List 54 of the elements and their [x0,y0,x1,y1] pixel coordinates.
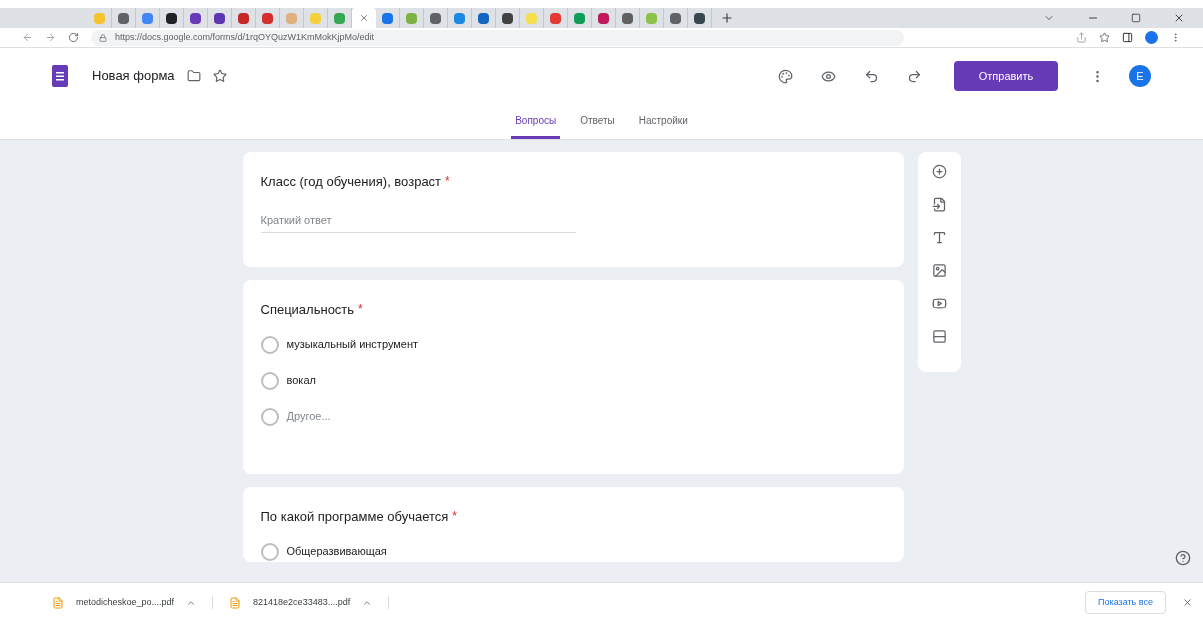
short-answer-field[interactable]: Краткий ответ [260,207,576,233]
option-label: Общеразвивающая [286,544,387,560]
folder-icon[interactable] [186,69,201,83]
close-icon[interactable] [1173,12,1185,24]
address-bar[interactable]: https://docs.google.com/forms/d/1rqOYQuzW1KmMokKjpMo/edit [91,29,904,46]
lock-icon [99,33,107,42]
radio-button[interactable] [260,542,279,561]
add-title-icon[interactable] [931,230,947,245]
form-tab[interactable]: Ответы [576,113,619,139]
star-icon[interactable] [212,69,227,83]
profile-avatar[interactable] [1145,31,1158,44]
bookmark-star-icon[interactable] [1099,32,1110,43]
add-section-icon[interactable] [931,329,947,344]
question-title: Специальность [260,301,355,319]
pdf-file-icon [52,596,64,609]
add-image-icon[interactable] [931,263,947,278]
import-questions-icon[interactable] [931,197,947,212]
undo-icon[interactable] [864,68,879,84]
reload-icon[interactable] [68,32,79,43]
forward-icon[interactable] [45,32,56,43]
redo-icon[interactable] [907,68,922,84]
add-question-icon[interactable] [931,164,947,179]
new-tab-icon[interactable] [720,11,734,25]
option-label: вокал [286,373,316,389]
preview-icon[interactable] [821,68,836,84]
download-file-name[interactable]: metodicheskoe_po....pdf [76,595,175,610]
back-icon[interactable] [22,32,33,43]
question-title: По какой программе обучается [260,508,449,526]
option-label: Другое... [286,409,331,425]
question-title: Класс (год обучения), возраст [260,173,442,191]
close-icon[interactable] [1182,597,1193,608]
radio-button[interactable] [260,335,279,354]
download-file-name[interactable]: 821418e2ce33483....pdf [253,595,351,610]
required-asterisk: * [358,301,363,318]
form-tab[interactable]: Настройки [634,113,692,139]
option-label: музыкальный инструмент [286,337,419,353]
share-icon[interactable] [1076,32,1087,43]
add-video-icon[interactable] [931,296,947,311]
close-icon[interactable] [359,13,369,23]
required-asterisk: * [445,173,450,190]
palette-icon[interactable] [778,68,793,84]
pdf-file-icon [229,596,242,609]
show-all-button[interactable]: Показать все [1085,590,1166,615]
required-asterisk: * [452,508,457,525]
send-button[interactable]: Отправить [954,61,1058,91]
maximize-icon[interactable] [1131,13,1141,23]
forms-logo-icon[interactable] [52,65,68,87]
side-panel-icon[interactable] [1122,32,1133,43]
user-avatar[interactable]: E [1129,65,1151,87]
form-title[interactable]: Новая форма [92,66,175,86]
radio-button[interactable] [260,371,279,390]
url-text: https://docs.google.com/forms/d/1rqOYQuzW1KmMokKjpMo/edit [115,30,375,44]
radio-button[interactable] [260,407,279,426]
help-icon[interactable] [1175,550,1191,566]
